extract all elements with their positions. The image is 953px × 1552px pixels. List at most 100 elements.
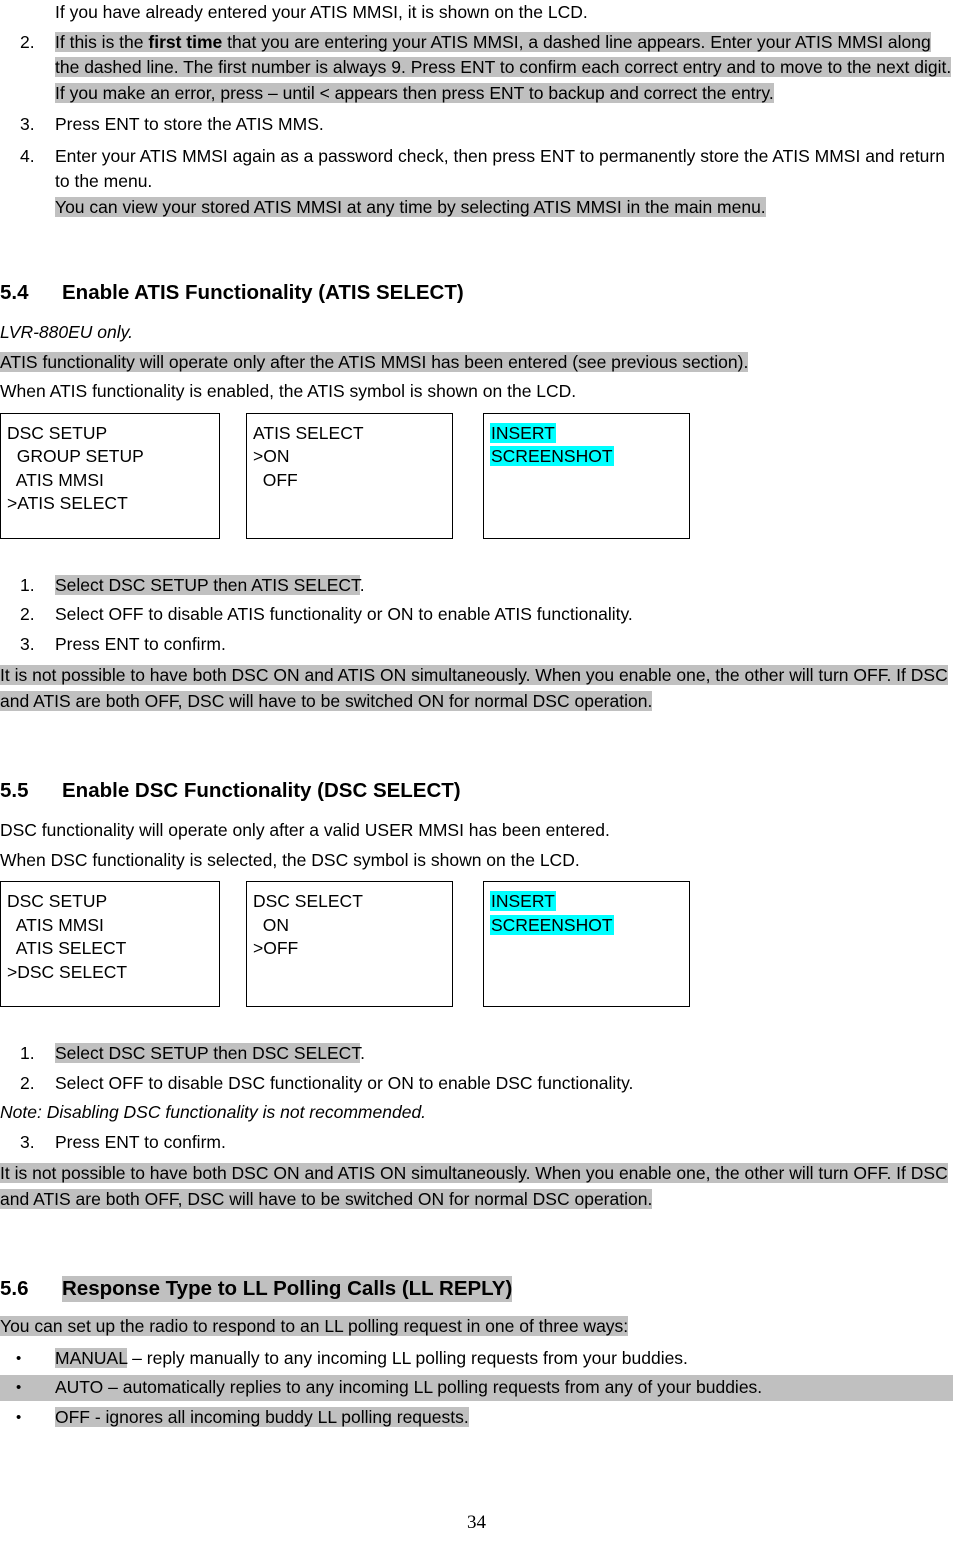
lcd-line: ATIS MMSI (7, 469, 104, 490)
step2-subnote-text: If you make an error, press – until < ap… (55, 82, 774, 103)
list-marker: 3. (20, 1131, 35, 1152)
list-item: • OFF - ignores all incoming buddy LL po… (0, 1405, 953, 1431)
dsc-symbol-note: When DSC functionality is selected, the … (0, 848, 953, 874)
step2-part-a: If this is the (55, 31, 149, 52)
document-page: If you have already entered your ATIS MM… (0, 0, 953, 1552)
step2-part-d: Press ENT to confirm each correct entry … (405, 57, 952, 77)
placeholder-word: SCREENSHOT (490, 446, 614, 466)
lcd-line: >DSC SELECT (7, 961, 128, 982)
atis-prereq-text: ATIS functionality will operate only aft… (0, 351, 749, 372)
list-item: 1. Select DSC SETUP then ATIS SELECT. (0, 573, 953, 599)
lcd-line: ATIS SELECT (253, 422, 364, 443)
dsc-disable-note-text: Note: Disabling DSC functionality is not… (0, 1102, 427, 1122)
list-item: 2. Select OFF to disable ATIS functional… (0, 602, 953, 628)
lcd-line: >OFF (253, 938, 299, 958)
lcd-line: OFF (253, 469, 298, 490)
heading-number: 5.6 (0, 1277, 29, 1300)
bullet-icon: • (16, 1408, 22, 1426)
option-description: – reply manually to any incoming LL poll… (127, 1347, 688, 1368)
list-item: • AUTO – automatically replies to any in… (0, 1375, 953, 1401)
intro-line: If you have already entered your ATIS MM… (0, 0, 953, 26)
heading-5-4: 5.4 Enable ATIS Functionality (ATIS SELE… (0, 280, 953, 306)
bullet-icon: • (16, 1349, 22, 1367)
lcd-line: ATIS SELECT (7, 938, 127, 958)
step4-subnote-text: You can view your stored ATIS MMSI at an… (55, 196, 766, 217)
atis-prereq: ATIS functionality will operate only aft… (0, 350, 953, 376)
list-marker: 2. (20, 31, 35, 52)
list-item: 3. Press ENT to store the ATIS MMS. (0, 112, 953, 138)
step2-emphasis: first time (148, 31, 223, 52)
step-text: Select OFF to disable ATIS functionality… (55, 604, 633, 624)
step-text-tail: . (360, 1043, 365, 1063)
step-text: Press ENT to confirm. (55, 1131, 226, 1152)
option-description: AUTO – automatically replies to any inco… (55, 1377, 763, 1397)
dsc-prereq: DSC functionality will operate only afte… (0, 818, 953, 844)
lcd-line: ATIS MMSI (7, 914, 104, 935)
atis-symbol-note: When ATIS functionality is enabled, the … (0, 379, 953, 405)
heading-title: Enable DSC Functionality (DSC SELECT) (62, 779, 461, 802)
model-note-text: LVR-880EU only. (0, 322, 133, 342)
atis-symbol-note-text: When ATIS functionality is enabled, the … (0, 381, 577, 401)
lcd-screenshot-placeholder: INSERT SCREENSHOT (483, 412, 690, 539)
list-marker: 3. (20, 114, 35, 134)
placeholder-word: INSERT (490, 891, 556, 911)
step-text: Select OFF to disable DSC functionality … (55, 1072, 634, 1093)
lcd-line: INSERT (490, 422, 685, 446)
placeholder-word: SCREENSHOT (490, 914, 614, 935)
lcd-atis-select-menu: ATIS SELECT >ON OFF (246, 412, 453, 539)
list-item: 3. Press ENT to confirm. (0, 1130, 953, 1156)
atis-select-steps: 1. Select DSC SETUP then ATIS SELECT. 2.… (0, 573, 953, 658)
list-marker: 1. (20, 1043, 35, 1063)
lcd-line (490, 961, 685, 985)
atis-warning: It is not possible to have both DSC ON a… (0, 663, 953, 714)
intro-text: If you have already entered your ATIS MM… (55, 2, 588, 22)
dsc-warning: It is not possible to have both DSC ON a… (0, 1161, 953, 1212)
ll-reply-options: • MANUAL – reply manually to any incomin… (0, 1346, 953, 1431)
ll-reply-intro: You can set up the radio to respond to a… (0, 1314, 953, 1340)
list-item: 2. Select OFF to disable DSC functionali… (0, 1071, 953, 1097)
page-number-text: 34 (467, 1512, 486, 1533)
dsc-prereq-text: DSC functionality will operate only afte… (0, 820, 610, 840)
lcd-dsc-select-menu: DSC SELECT ON >OFF (246, 881, 453, 1007)
list-item: 2. If this is the first time that you ar… (0, 30, 953, 81)
list-marker: 1. (20, 574, 35, 595)
placeholder-word: INSERT (490, 422, 556, 443)
list-item: 1. Select DSC SETUP then DSC SELECT. (0, 1041, 953, 1067)
atis-mmsi-steps: 2. If this is the first time that you ar… (0, 30, 953, 221)
heading-title: Response Type to LL Polling Calls (LL RE… (62, 1276, 513, 1302)
lcd-line: SCREENSHOT (490, 445, 685, 469)
atis-warning-text: It is not possible to have both DSC ON a… (0, 665, 948, 711)
lcd-line (490, 469, 685, 493)
atis-lcd-row: DSC SETUP GROUP SETUP ATIS MMSI >ATIS SE… (0, 412, 953, 539)
bullet-icon: • (16, 1379, 22, 1396)
lcd-line: >ATIS SELECT (7, 493, 128, 513)
step3-text: Press ENT to store the ATIS MMS. (55, 114, 324, 134)
heading-5-6: 5.6 Response Type to LL Polling Calls (L… (0, 1276, 953, 1302)
heading-number: 5.4 (0, 281, 29, 304)
list-item: • MANUAL – reply manually to any incomin… (0, 1346, 953, 1372)
step-text-highlighted: Select DSC SETUP then ATIS SELECT (55, 574, 360, 595)
lcd-line: >ON (253, 446, 290, 466)
heading-title: Enable ATIS Functionality (ATIS SELECT) (62, 281, 464, 304)
list-marker: 2. (20, 604, 35, 624)
lcd-dsc-setup-menu: DSC SETUP GROUP SETUP ATIS MMSI >ATIS SE… (0, 412, 220, 539)
option-description: OFF - ignores all incoming buddy LL poll… (55, 1406, 469, 1427)
lcd-screenshot-placeholder: INSERT SCREENSHOT (483, 881, 690, 1007)
lcd-line (490, 492, 685, 516)
step-text-highlighted: Select DSC SETUP then DSC SELECT (55, 1043, 361, 1063)
heading-number: 5.5 (0, 779, 29, 802)
list-marker: 3. (20, 633, 35, 654)
list-item: 4. Enter your ATIS MMSI again as a passw… (0, 144, 953, 195)
step2-subnote: If you make an error, press – until < ap… (0, 81, 953, 107)
list-marker: 2. (20, 1072, 35, 1093)
lcd-line (490, 937, 685, 961)
lcd-line: GROUP SETUP (7, 446, 144, 466)
lcd-line: INSERT (490, 890, 685, 914)
step4-text: Enter your ATIS MMSI again as a password… (55, 145, 945, 192)
option-key: MANUAL (55, 1347, 128, 1368)
step-text-tail: . (359, 574, 365, 595)
dsc-warning-text: It is not possible to have both DSC ON a… (0, 1163, 948, 1209)
step4-subnote: You can view your stored ATIS MMSI at an… (0, 195, 953, 221)
lcd-dsc-setup-menu: DSC SETUP ATIS MMSI ATIS SELECT >DSC SEL… (0, 881, 220, 1007)
heading-5-5: 5.5 Enable DSC Functionality (DSC SELECT… (0, 778, 953, 804)
